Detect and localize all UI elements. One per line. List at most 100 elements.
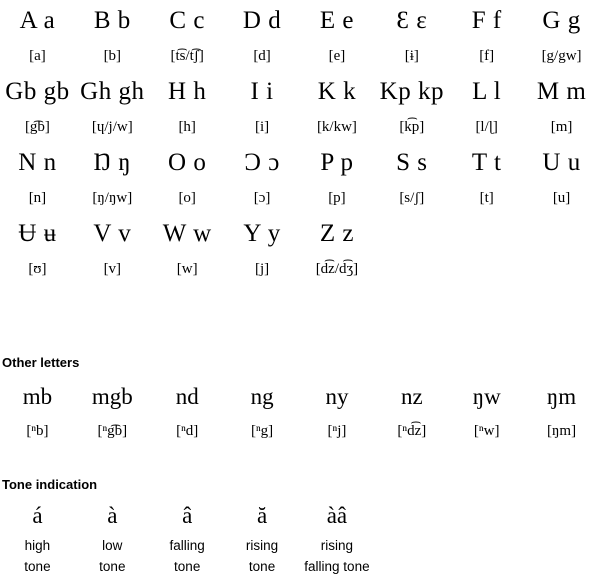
other-letters-grid: mb mgb nd ng ny nz ŋw ŋm [ⁿb] [ⁿg͡b] [ⁿd] [ⁿg] [ⁿj][… bbox=[0, 377, 599, 445]
tone-label-line2: tone bbox=[24, 559, 51, 574]
other-letter-ipa-cell: [ⁿw] bbox=[473, 423, 500, 439]
other-letter-ipa-cell: [ŋm] bbox=[547, 423, 577, 439]
alphabet-letter-cell: L l bbox=[472, 78, 502, 105]
alphabet-letter-cell: P p bbox=[320, 149, 354, 176]
alphabet-letter-cell: N n bbox=[18, 149, 57, 176]
alphabet-letter-cell: H h bbox=[168, 78, 207, 105]
alphabet-ipa-cell: [m] bbox=[550, 119, 573, 135]
alphabet-ipa-row: [a] [b] [t͡s/t͡ʃ] [d] [e] [ɨ] [f] [g/gw] bbox=[0, 42, 599, 71]
alphabet-letter-cell: Z z bbox=[319, 220, 354, 247]
other-letter-ipa-cell: [ⁿg͡b] bbox=[97, 423, 128, 439]
alphabet-ipa-cell: [f] bbox=[479, 48, 495, 64]
alphabet-letter-cell: K k bbox=[317, 78, 357, 105]
other-letter-cell: ŋw bbox=[472, 384, 501, 409]
alphabet-letter-cell: Y y bbox=[243, 220, 281, 247]
alphabet-ipa-cell: [ɥ/j/w] bbox=[91, 119, 133, 135]
alphabet-ipa-cell: [a] bbox=[29, 48, 46, 64]
alphabet-ipa-cell: [n] bbox=[28, 190, 47, 206]
tone-label-line2: falling tone bbox=[304, 559, 370, 574]
other-letter-ipa-cell: [ⁿd͡z] bbox=[397, 423, 427, 439]
alphabet-letter-cell: S s bbox=[396, 149, 428, 176]
alphabet-ipa-cell: [w] bbox=[176, 261, 198, 277]
alphabet-ipa-cell bbox=[524, 255, 599, 284]
tone-mark-cell: àâ bbox=[326, 503, 348, 528]
other-letters-ipa-row: [ⁿb] [ⁿg͡b] [ⁿd] [ⁿg] [ⁿj] [ⁿd͡z] [ⁿw] [ŋm] bbox=[0, 417, 599, 445]
tone-label-line2: tone bbox=[174, 559, 201, 574]
alphabet-ipa-cell: [t͡s/t͡ʃ] bbox=[170, 48, 204, 64]
tone-indication-heading: Tone indication bbox=[2, 477, 98, 492]
other-letter-ipa-cell: [ⁿj] bbox=[327, 423, 347, 439]
tone-label-line1: low bbox=[102, 538, 123, 553]
alphabet-letter-cell: Ʉ ʉ bbox=[18, 220, 57, 247]
alphabet-ipa-cell: [d͡z/d͡ʒ] bbox=[315, 261, 359, 277]
other-letter-cell: mgb bbox=[91, 384, 133, 409]
other-letter-cell: nz bbox=[400, 384, 423, 409]
alphabet-ipa-cell: [l/ɭ] bbox=[475, 119, 498, 135]
other-letter-ipa-cell: [ⁿg] bbox=[250, 423, 274, 439]
alphabet-letter-cell: B b bbox=[93, 7, 131, 34]
alphabet-ipa-cell: [g͡b] bbox=[24, 119, 50, 135]
alphabet-ipa-cell: [s/ʃ] bbox=[399, 190, 425, 206]
alphabet-letter-cell: U u bbox=[542, 149, 581, 176]
alphabet-letter-cell: F f bbox=[471, 7, 502, 34]
alphabet-letter-row: Gb gb Gh gh H h I i K k Kp kp L l M m bbox=[0, 71, 599, 113]
tone-label-line1-row: high low falling rising rising bbox=[0, 535, 599, 556]
other-letter-cell: ŋm bbox=[546, 384, 577, 409]
alphabet-ipa-cell: [b] bbox=[103, 48, 122, 64]
alphabet-letter-cell: Ɛ ɛ bbox=[396, 7, 428, 34]
alphabet-ipa-row: [n] [ŋ/ŋw] [o] [ɔ] [p] [s/ʃ] [t] [u] bbox=[0, 184, 599, 213]
alphabet-ipa-cell: [h] bbox=[178, 119, 196, 135]
tone-label-line1: rising bbox=[245, 538, 279, 553]
alphabet-letter-cell: G g bbox=[542, 7, 581, 34]
alphabet-letter-cell: V v bbox=[93, 220, 132, 247]
alphabet-ipa-cell: [i] bbox=[254, 119, 270, 135]
alphabet-ipa-cell: [ŋ/ŋw] bbox=[92, 190, 133, 206]
alphabet-ipa-cell: [e] bbox=[328, 48, 346, 64]
alphabet-grid: A aB bC cD dE eƐ ɛF fG g [a] [b] [t͡s/t͡ʃ][… bbox=[0, 0, 599, 284]
alphabet-letter-cell: E e bbox=[319, 7, 354, 34]
alphabet-letter-cell: C c bbox=[169, 7, 205, 34]
tone-label-line2: tone bbox=[99, 559, 126, 574]
alphabet-ipa-cell: [p] bbox=[328, 190, 346, 206]
tone-indication-grid: á à â ă àâ high low falling rising rising tone tone… bbox=[0, 497, 599, 577]
alphabet-letter-cell: D d bbox=[242, 7, 282, 34]
alphabet-ipa-cell: [ɨ] bbox=[404, 48, 419, 64]
alphabet-letter-cell bbox=[449, 213, 524, 255]
alphabet-ipa-cell: [u] bbox=[552, 190, 571, 206]
alphabet-letter-cell: O o bbox=[168, 149, 207, 176]
other-letter-cell: nd bbox=[175, 384, 199, 409]
other-letter-ipa-cell: [ⁿb] bbox=[26, 423, 49, 439]
other-letters-heading: Other letters bbox=[2, 355, 80, 370]
alphabet-letter-cell: I i bbox=[250, 78, 274, 105]
alphabet-letter-cell bbox=[524, 213, 599, 255]
alphabet-letter-row: N nŊ ŋO oƆ ɔP pS sT tU u bbox=[0, 142, 599, 184]
alphabet-ipa-cell: [j] bbox=[254, 261, 270, 277]
tone-label-line2-row: tone tone tone tone falling tone bbox=[0, 556, 599, 577]
alphabet-letter-cell: T t bbox=[471, 149, 502, 176]
tone-label-line2: tone bbox=[248, 559, 276, 574]
alphabet-letter-row: Ʉ ʉV vW wY yZ z bbox=[0, 213, 599, 255]
alphabet-ipa-row: [g͡b] [ɥ/j/w] [h] [i] [k/kw] [k͡p] [l/ɭ] [m] bbox=[0, 113, 599, 142]
alphabet-letter-cell: Ŋ ŋ bbox=[93, 149, 132, 176]
alphabet-letter-cell: Kp kp bbox=[379, 78, 444, 105]
alphabet-letter-cell: W w bbox=[162, 220, 212, 247]
tone-label-line1: high bbox=[24, 538, 51, 553]
alphabet-ipa-cell: [t] bbox=[479, 190, 494, 206]
alphabet-letter-cell: Ɔ ɔ bbox=[244, 149, 280, 176]
tone-mark-cell: à bbox=[107, 503, 118, 528]
tone-mark-row: á à â ă àâ bbox=[0, 497, 599, 535]
alphabet-ipa-cell: [d] bbox=[253, 48, 271, 64]
alphabet-ipa-cell: [k/kw] bbox=[316, 119, 357, 135]
alphabet-ipa-row: [ʊ] [v] [w] [j] [d͡z/d͡ʒ] bbox=[0, 255, 599, 284]
alphabet-letter-cell bbox=[374, 213, 449, 255]
other-letter-cell: mb bbox=[22, 384, 53, 409]
tone-label-line1: falling bbox=[169, 538, 205, 553]
alphabet-ipa-cell: [ɔ] bbox=[253, 190, 271, 206]
alphabet-ipa-cell: [v] bbox=[103, 261, 122, 277]
alphabet-letter-row: A aB bC cD dE eƐ ɛF fG g bbox=[0, 0, 599, 42]
other-letter-cell: ng bbox=[250, 384, 274, 409]
alphabet-ipa-cell: [g/gw] bbox=[541, 48, 582, 64]
alphabet-ipa-cell bbox=[449, 255, 524, 284]
alphabet-letter-cell: M m bbox=[536, 78, 587, 105]
other-letter-cell: ny bbox=[325, 384, 349, 409]
